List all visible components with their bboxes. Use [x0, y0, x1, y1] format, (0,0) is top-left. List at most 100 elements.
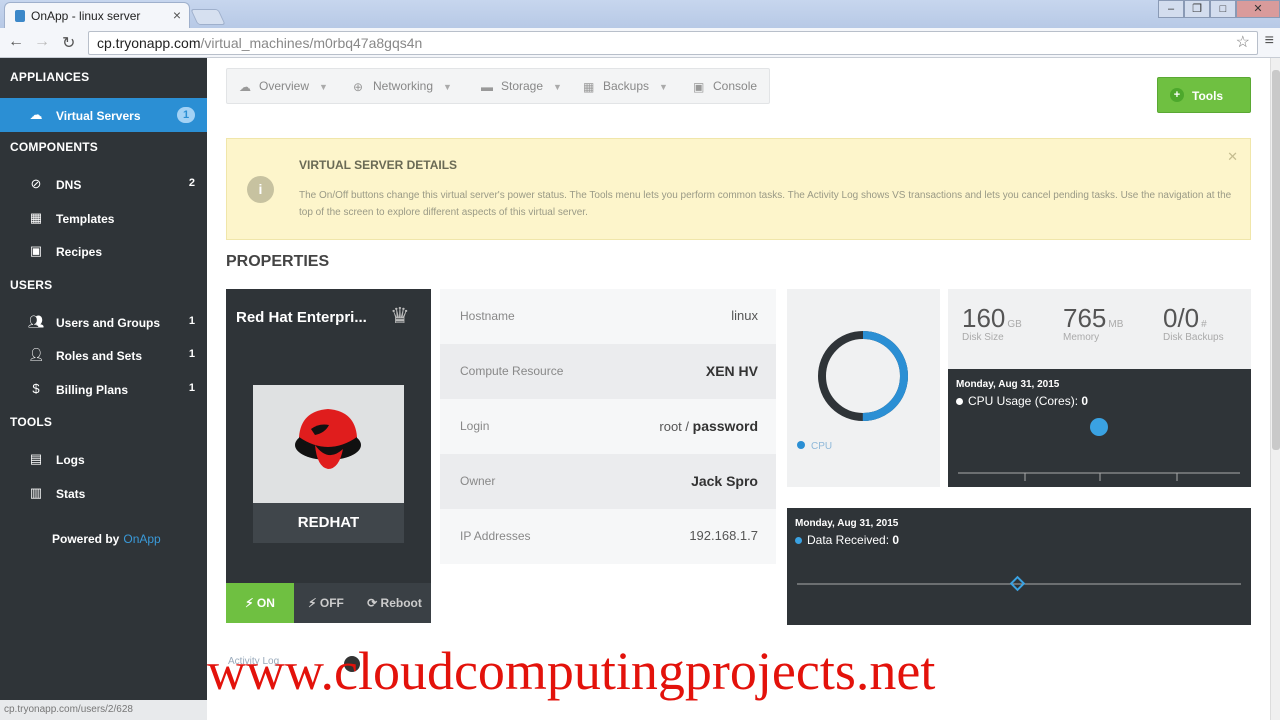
dns-icon: ⊘	[30, 176, 42, 191]
sidebar-item-billing-plans[interactable]: $ Billing Plans 1	[0, 372, 207, 406]
sidebar: APPLIANCES ☁ Virtual Servers 1 COMPONENT…	[0, 58, 207, 720]
backups-icon: ▦	[583, 80, 595, 94]
browser-menu-icon[interactable]: ≡	[1265, 32, 1274, 50]
os-logo	[253, 385, 404, 503]
cpu-donut-panel: CPU	[787, 289, 940, 487]
storage-icon: ▬	[481, 80, 493, 94]
login-password[interactable]: password	[693, 418, 758, 434]
tab-overview[interactable]: ☁ Overview ▼	[239, 79, 328, 94]
reboot-button[interactable]: ⟳ Reboot	[358, 583, 431, 623]
status-bar-url: cp.tryonapp.com/users/2/628	[0, 700, 207, 720]
sidebar-item-dns[interactable]: ⊘ DNS 2	[0, 167, 207, 201]
powered-by: Powered by OnApp	[52, 532, 161, 546]
properties-table: Hostname linux Compute Resource XEN HV L…	[440, 289, 776, 567]
count-badge: 1	[188, 348, 195, 360]
back-icon[interactable]: ←	[8, 33, 24, 51]
tab-title: OnApp - linux server	[31, 9, 141, 23]
sidebar-item-templates[interactable]: ▦ Templates	[0, 201, 207, 235]
plus-icon: +	[1170, 88, 1184, 102]
scrollbar[interactable]	[1270, 58, 1280, 720]
tools-button[interactable]: + Tools	[1157, 77, 1251, 113]
cpu-donut-chart	[818, 331, 908, 421]
cpu-data-point	[1090, 418, 1108, 436]
info-icon: i	[247, 176, 274, 203]
property-row-login: Login root / password	[440, 399, 776, 454]
restore-button[interactable]: ❐	[1184, 0, 1210, 18]
os-card: Red Hat Enterpri... ♛ REDHAT ⚡︎ ON ⚡︎ OF…	[226, 289, 431, 623]
tab-backups[interactable]: ▦ Backups ▼	[583, 79, 668, 94]
stats-panel: 160 GB Disk Size 765 MB Memory 0/0 # Disk Back…	[948, 289, 1251, 369]
sidebar-item-roles-and-sets[interactable]: 👤︎ Roles and Sets 1	[0, 338, 207, 372]
maximize-button[interactable]: □	[1210, 0, 1236, 18]
tab-console[interactable]: ▣ Console	[693, 79, 757, 94]
main-content: ☁ Overview ▼ ⊕ Networking ▼ ▬ Storage ▼ ▦ Backu…	[207, 58, 1270, 720]
power-icon: ⚡︎	[245, 596, 257, 610]
stats-icon: ▥	[29, 485, 43, 500]
minimize-button[interactable]: –	[1158, 0, 1184, 18]
chevron-down-icon: ▼	[319, 82, 328, 92]
property-row-ip-addresses: IP Addresses 192.168.1.7	[440, 509, 776, 564]
legend-dot	[797, 441, 805, 449]
close-window-button[interactable]: ✕	[1236, 0, 1280, 18]
brand-link[interactable]: OnApp	[123, 532, 160, 546]
refresh-icon: ⟳	[367, 596, 381, 610]
reload-icon[interactable]: ↻	[62, 33, 75, 53]
properties-heading: PROPERTIES	[226, 253, 330, 270]
sidebar-item-stats[interactable]: ▥ Stats	[0, 476, 207, 510]
power-on-button[interactable]: ⚡︎ ON	[226, 583, 294, 623]
section-appliances: APPLIANCES	[10, 70, 90, 84]
console-icon: ▣	[693, 80, 705, 94]
scrollbar-thumb[interactable]	[1272, 70, 1280, 450]
donut-legend: CPU	[797, 441, 832, 452]
bookmark-star-icon[interactable]: ☆	[1236, 32, 1250, 52]
vs-nav-tabs: ☁ Overview ▼ ⊕ Networking ▼ ▬ Storage ▼ ▦ Backu…	[226, 68, 770, 104]
notice-text: The On/Off buttons change this virtual s…	[299, 190, 1232, 218]
watermark-text: www.cloudcomputingprojects.net	[207, 641, 936, 701]
power-off-button[interactable]: ⚡︎ OFF	[294, 583, 358, 623]
os-label: REDHAT	[253, 503, 404, 543]
favicon-icon	[15, 10, 25, 22]
forward-icon[interactable]: →	[34, 33, 50, 51]
cloud-icon: ☁	[29, 107, 43, 122]
sidebar-item-users-and-groups[interactable]: 👥︎ Users and Groups 1	[0, 305, 207, 339]
close-tab-icon[interactable]: ×	[173, 7, 181, 23]
crown-icon: ♛	[390, 303, 410, 328]
chevron-down-icon: ▼	[659, 82, 668, 92]
recipes-icon: ▣	[29, 243, 43, 258]
cpu-usage-chart: Monday, Aug 31, 2015 CPU Usage (Cores): …	[948, 369, 1251, 487]
info-notice: i VIRTUAL SERVER DETAILS The On/Off butt…	[226, 138, 1251, 240]
billing-icon: $	[32, 381, 40, 396]
count-badge: 1	[177, 107, 195, 123]
count-badge: 1	[188, 382, 195, 394]
count-badge: 1	[188, 315, 195, 327]
section-users: USERS	[10, 278, 53, 292]
browser-tab-bar: OnApp - linux server × – ❐ □ ✕	[0, 0, 1280, 28]
owner-link[interactable]: Jack Spro	[691, 473, 758, 489]
stat-memory: 765 MB Memory	[1063, 303, 1124, 343]
power-controls: ⚡︎ ON ⚡︎ OFF ⟳ Reboot	[226, 583, 431, 623]
new-tab-button[interactable]	[190, 9, 226, 25]
sidebar-item-recipes[interactable]: ▣ Recipes	[0, 234, 207, 268]
sidebar-item-virtual-servers[interactable]: ☁ Virtual Servers 1	[0, 98, 207, 132]
section-tools: TOOLS	[10, 415, 53, 429]
address-toolbar: ← → ↻ cp.tryonapp.com/virtual_machines/m…	[0, 28, 1280, 58]
url-input[interactable]: cp.tryonapp.com/virtual_machines/m0rbq47…	[88, 31, 1258, 55]
user-icon: 👤︎	[28, 347, 45, 362]
count-badge: 2	[188, 177, 195, 189]
redhat-logo-icon	[295, 409, 361, 469]
sidebar-item-logs[interactable]: ▤ Logs	[0, 442, 207, 476]
browser-tab[interactable]: OnApp - linux server ×	[4, 2, 190, 28]
notice-title: VIRTUAL SERVER DETAILS	[299, 158, 458, 172]
network-chart: Monday, Aug 31, 2015 Data Received: 0	[787, 508, 1251, 625]
tab-storage[interactable]: ▬ Storage ▼	[481, 79, 562, 94]
property-row-compute-resource: Compute Resource XEN HV	[440, 344, 776, 399]
os-name: Red Hat Enterpri...	[236, 309, 367, 326]
tab-networking[interactable]: ⊕ Networking ▼	[353, 79, 452, 94]
close-notice-icon[interactable]: ✕	[1227, 149, 1238, 165]
property-row-hostname: Hostname linux	[440, 289, 776, 344]
logs-icon: ▤	[29, 451, 43, 466]
overview-icon: ☁	[239, 80, 251, 94]
users-icon: 👥︎	[28, 314, 45, 329]
chevron-down-icon: ▼	[443, 82, 452, 92]
stat-disk-backups: 0/0 # Disk Backups	[1163, 303, 1224, 343]
